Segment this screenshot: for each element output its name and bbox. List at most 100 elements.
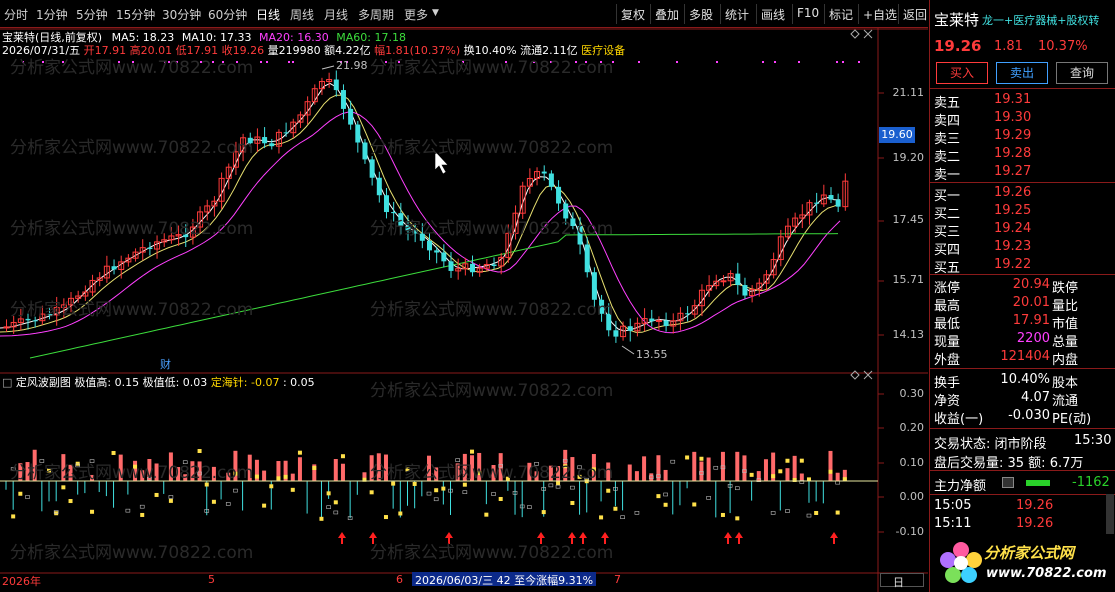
indicator-diamond [340,454,345,459]
tab-60min[interactable]: 60分钟 [208,6,247,23]
indicator-diamond [778,469,783,474]
candle-body-up [655,319,662,322]
signal-dot [676,61,678,63]
diamond-icon[interactable] [850,29,860,39]
indicator-diamond [269,484,274,489]
tab-monthly[interactable]: 月线 [324,6,348,23]
tab-30min[interactable]: 30分钟 [162,6,201,23]
multi-stock-button[interactable]: 多股 [684,4,717,24]
indicator-diamond [470,449,475,454]
indicator-dash [168,495,174,499]
bid-price: 19.22 [994,257,1032,272]
indicator-dash [835,480,840,485]
price-tick: 14.13 [892,328,925,341]
overlay-button[interactable]: 叠加 [650,4,683,24]
indicator-bar-up [656,455,661,481]
buy-button[interactable]: 买入 [936,62,988,84]
stats-button[interactable]: 统计 [720,4,753,24]
indicator-min-label: 极值低: 0.03 [142,376,208,389]
ask-row: 卖二 19.28 [930,145,1115,165]
bid-price: 19.26 [994,185,1032,200]
watermark: 分析家公式网www.70822.com [370,543,614,563]
f10-button[interactable]: F10 [792,4,823,24]
stock-tags[interactable]: 龙一+医疗器械+股权转 [982,12,1099,28]
close-icon[interactable] [863,29,873,39]
query-button[interactable]: 查询 [1056,62,1108,84]
period-toolbar: 分时 1分钟 5分钟 15分钟 30分钟 60分钟 日线 周线 月线 多周期 更… [0,0,928,28]
stat-row: 最高 20.01 量比 [930,294,1115,314]
main-net-value: -1162 [1072,475,1110,490]
candle-body-down [32,320,38,322]
expand-icon[interactable] [1002,477,1014,488]
back-button[interactable]: 返回 [898,4,931,24]
indicator-diamond [599,515,604,520]
candle-body-down [491,264,497,266]
indicator-diamond [290,487,295,492]
stat-value: 2200 [1016,331,1050,346]
sell-button[interactable]: 卖出 [996,62,1048,84]
candle-body-down [814,202,820,204]
indicator-diamond [369,490,374,495]
watermark: 分析家公式网www.70822.com [10,219,254,239]
indicator-tick: 0.20 [899,421,925,434]
stat-label: 收益(一) [934,412,984,427]
chevron-down-icon[interactable]: ▼ [432,8,439,18]
watermark: 分析家公式网www.70822.com [370,219,614,239]
signal-dot [638,61,640,63]
stat-value: 121404 [1000,349,1050,364]
tab-multi-period[interactable]: 多周期 [358,6,394,23]
indicator-diamond [68,499,73,504]
brand-logo: 分析家公式网 www.70822.com [930,534,1115,592]
tab-daily[interactable]: 日线 [256,6,280,23]
diamond-icon[interactable] [850,370,860,380]
candle-body-up [720,280,727,283]
indicator-dash [555,484,561,489]
last-price: 19.26 [934,37,982,55]
amount-label: 额4.22亿 [324,44,371,57]
candle-body-down [333,79,339,91]
tab-weekly[interactable]: 周线 [290,6,314,23]
tab-minute[interactable]: 分时 [4,6,28,23]
period-day-button[interactable]: 日 [880,573,924,589]
signal-dot [762,61,764,63]
tab-5min[interactable]: 5分钟 [76,6,108,23]
draw-button[interactable]: 画线 [756,4,789,24]
candle-body-down [470,263,476,273]
indicator-diamond [570,500,575,505]
candle-body-down [283,132,289,134]
indicator-title[interactable]: 定风波副图 [16,376,71,389]
candle-body-down [627,326,633,331]
indicator-diamond [61,485,66,490]
indicator-dash [125,508,131,513]
indicator-dash [139,504,145,509]
mark-button[interactable]: 标记 [824,4,857,24]
indicator-collapse-icon[interactable]: □ [2,376,12,389]
candle-body-down [340,90,346,109]
ask-row: 卖五 19.31 [930,91,1115,111]
tab-1min[interactable]: 1分钟 [36,6,68,23]
watermark: 分析家公式网www.70822.com [370,463,614,483]
stat-row: 净资 4.07 流通 [930,389,1115,409]
indicator-bar-up [663,469,668,481]
adjust-button[interactable]: 复权 [616,4,649,24]
indicator-dash [806,513,812,518]
ask-row: 卖一 19.27 [930,163,1115,183]
logo-text: 分析家公式网 [984,544,1075,562]
indicator-diamond [326,491,331,496]
volume-label: 量219980 [267,44,321,57]
finance-marker[interactable]: 财 [160,356,171,372]
candle-body-down [111,266,117,270]
close-icon[interactable] [863,370,873,380]
kline-chart-area[interactable]: 宝莱特(日线,前复权) MA5: 18.23 MA10: 17.33 MA20:… [0,28,928,592]
tab-15min[interactable]: 15分钟 [116,6,155,23]
bid-price: 19.23 [994,239,1032,254]
indicator-tick: 0.30 [899,387,925,400]
add-watchlist-button[interactable]: +自选 [858,4,901,24]
indicator-dash [233,488,238,493]
candle-body-down [348,108,354,125]
indicator-diamond [154,492,159,497]
tab-more[interactable]: 更多 [404,6,428,23]
range-highlight: 2026/06/03/三 42 至今涨幅9.31% [412,572,597,587]
indicator-max-label: 极值高: 0.15 [74,376,140,389]
indicator-needle-label2: : 0.05 [282,376,315,389]
